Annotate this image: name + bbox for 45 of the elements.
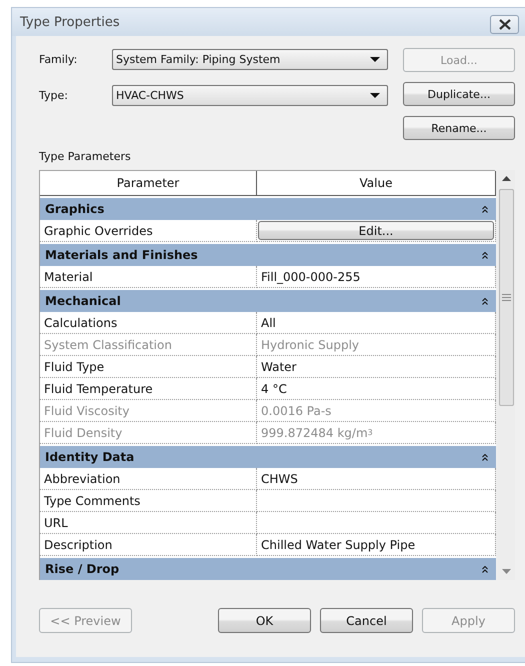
table-cell: Calculations xyxy=(40,312,257,334)
column-header[interactable]: Parameter xyxy=(40,171,257,196)
table-cell: Abbreviation xyxy=(40,468,257,490)
dialog-button[interactable]: OK xyxy=(218,608,311,633)
column-header[interactable]: Value xyxy=(257,171,496,196)
table-cell: Hydronic Supply xyxy=(257,334,496,356)
side-button[interactable]: Duplicate... xyxy=(403,82,515,106)
scroll-thumb[interactable] xyxy=(498,189,514,406)
table-cell: URL xyxy=(40,512,257,534)
table-cell: System Classification xyxy=(40,334,257,356)
dropdown[interactable]: HVAC-CHWS xyxy=(112,85,388,106)
window-title: Type Properties xyxy=(20,14,120,30)
table-cell: Fluid Type xyxy=(40,356,257,378)
collapse-icon[interactable] xyxy=(482,206,488,212)
collapse-icon[interactable] xyxy=(482,252,488,258)
side-button[interactable]: Rename... xyxy=(403,116,515,140)
group-header[interactable]: Identity Data xyxy=(40,444,496,468)
table-cell: All xyxy=(257,312,496,334)
table-cell: 4 °C xyxy=(257,378,496,400)
collapse-icon[interactable] xyxy=(482,454,488,460)
group-header[interactable]: Materials and Finishes xyxy=(40,242,496,266)
collapse-icon[interactable] xyxy=(482,298,488,304)
close-button[interactable] xyxy=(490,14,519,34)
table-cell: Water xyxy=(257,356,496,378)
table-cell: 0.0016 Pa-s xyxy=(257,400,496,422)
table-cell: CHWS xyxy=(257,468,496,490)
group-header[interactable]: Rise / Drop xyxy=(40,556,496,580)
table-cell: Type Comments xyxy=(40,490,257,512)
group-header[interactable]: Graphics xyxy=(40,196,496,220)
field-label: Family: xyxy=(39,53,78,66)
field-label: Type: xyxy=(39,89,69,102)
section-label: Type Parameters xyxy=(39,150,132,163)
collapse-icon[interactable] xyxy=(482,566,488,572)
scroll-down-icon[interactable] xyxy=(502,569,510,574)
caret-icon xyxy=(370,57,380,62)
dropdown[interactable]: System Family: Piping System xyxy=(112,49,388,70)
group-header[interactable]: Mechanical xyxy=(40,288,496,312)
dialog-button[interactable]: Cancel xyxy=(320,608,413,633)
table-cell: Fluid Temperature xyxy=(40,378,257,400)
grip-icon xyxy=(502,294,510,301)
caret-icon xyxy=(370,93,380,98)
close-icon xyxy=(498,18,510,30)
table-cell: Fluid Viscosity xyxy=(40,400,257,422)
scroll-up-icon[interactable] xyxy=(502,176,510,181)
edit-button[interactable]: Edit... xyxy=(258,221,494,240)
